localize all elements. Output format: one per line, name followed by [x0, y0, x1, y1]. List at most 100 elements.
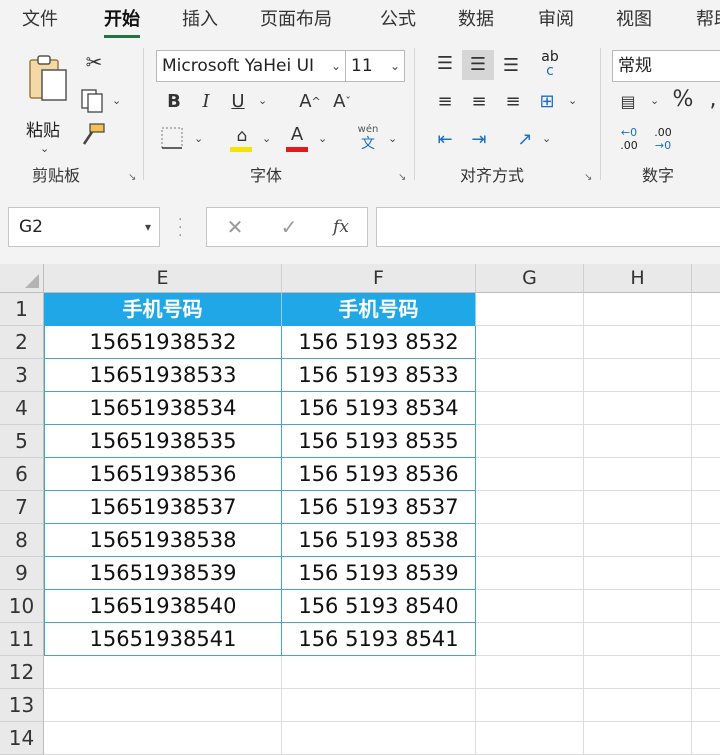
empty-cell[interactable]: [476, 590, 584, 623]
cancel-icon[interactable]: ✕: [215, 208, 255, 246]
row-header[interactable]: 4: [0, 392, 44, 425]
wrap-text-button[interactable]: ab c: [538, 50, 562, 78]
row-header[interactable]: 3: [0, 359, 44, 392]
empty-cell[interactable]: [476, 722, 584, 755]
row-header[interactable]: 2: [0, 326, 44, 359]
merge-center-icon[interactable]: ⊞: [534, 90, 560, 114]
empty-cell[interactable]: [584, 293, 692, 326]
dialog-launcher-icon[interactable]: ↘: [584, 172, 592, 183]
table-cell[interactable]: 156 5193 8540: [282, 590, 476, 623]
chevron-down-icon[interactable]: ⌄: [568, 94, 577, 107]
row-header[interactable]: 13: [0, 689, 44, 722]
table-cell[interactable]: 15651938537: [44, 491, 282, 524]
tab-help[interactable]: 帮助: [696, 0, 720, 40]
table-cell[interactable]: 15651938540: [44, 590, 282, 623]
table-cell[interactable]: 15651938532: [44, 326, 282, 359]
tab-view[interactable]: 视图: [616, 0, 652, 40]
empty-cell[interactable]: [692, 656, 720, 689]
tab-insert[interactable]: 插入: [182, 0, 218, 40]
table-cell[interactable]: 15651938539: [44, 557, 282, 590]
header-cell-f1[interactable]: 手机号码: [282, 293, 476, 326]
underline-button[interactable]: U: [228, 90, 248, 114]
row-header[interactable]: 12: [0, 656, 44, 689]
number-format-combo[interactable]: 常规: [612, 50, 720, 82]
chevron-down-icon[interactable]: ⌄: [331, 51, 341, 81]
chevron-down-icon[interactable]: ⌄: [112, 94, 121, 107]
chevron-down-icon[interactable]: ⌄: [388, 132, 397, 145]
table-cell[interactable]: 156 5193 8539: [282, 557, 476, 590]
align-right-icon[interactable]: ≡: [500, 90, 526, 114]
align-top-icon[interactable]: ☰: [432, 52, 458, 76]
empty-cell[interactable]: [476, 656, 584, 689]
empty-cell[interactable]: [584, 557, 692, 590]
empty-cell[interactable]: [692, 524, 720, 557]
insert-function-icon[interactable]: fx: [321, 208, 361, 246]
empty-cell[interactable]: [584, 359, 692, 392]
dialog-launcher-icon[interactable]: ↘: [398, 172, 406, 183]
empty-cell[interactable]: [584, 524, 692, 557]
empty-cell[interactable]: [692, 722, 720, 755]
decrease-font-button[interactable]: Aˇ: [330, 90, 354, 114]
empty-cell[interactable]: [476, 524, 584, 557]
increase-indent-icon[interactable]: ⇥: [466, 128, 492, 152]
tab-data[interactable]: 数据: [458, 0, 494, 40]
empty-cell[interactable]: [692, 425, 720, 458]
empty-cell[interactable]: [584, 326, 692, 359]
empty-cell[interactable]: [476, 392, 584, 425]
tab-file[interactable]: 文件: [22, 0, 58, 40]
name-box[interactable]: G2 ▾: [8, 207, 160, 247]
empty-cell[interactable]: [584, 590, 692, 623]
empty-cell[interactable]: [584, 458, 692, 491]
chevron-down-icon[interactable]: ⌄: [194, 132, 203, 145]
dialog-launcher-icon[interactable]: ↘: [128, 172, 136, 183]
table-cell[interactable]: 156 5193 8535: [282, 425, 476, 458]
row-header[interactable]: 14: [0, 722, 44, 755]
font-name-combo[interactable]: Microsoft YaHei UI ⌄: [156, 50, 346, 82]
column-header-e[interactable]: E: [44, 264, 282, 293]
phonetic-button[interactable]: wén 文: [354, 124, 382, 156]
table-cell[interactable]: 156 5193 8541: [282, 623, 476, 656]
chevron-down-icon[interactable]: ⌄: [258, 94, 267, 107]
empty-cell[interactable]: [584, 722, 692, 755]
copy-icon[interactable]: [80, 88, 106, 114]
empty-cell[interactable]: [584, 425, 692, 458]
empty-cell[interactable]: [44, 689, 282, 722]
chevron-down-icon[interactable]: ⌄: [542, 132, 551, 145]
empty-cell[interactable]: [44, 656, 282, 689]
align-left-icon[interactable]: ≡: [432, 90, 458, 114]
table-cell[interactable]: 15651938535: [44, 425, 282, 458]
align-center-icon[interactable]: ≡: [466, 90, 492, 114]
row-header[interactable]: 5: [0, 425, 44, 458]
empty-cell[interactable]: [44, 722, 282, 755]
row-header[interactable]: 8: [0, 524, 44, 557]
tab-review[interactable]: 审阅: [538, 0, 574, 40]
comma-style-icon[interactable]: ,: [706, 88, 720, 112]
drag-handle-icon[interactable]: · · ·: [178, 213, 182, 243]
empty-cell[interactable]: [476, 359, 584, 392]
decrease-decimal-button[interactable]: .00 →0: [648, 126, 678, 152]
empty-cell[interactable]: [692, 458, 720, 491]
empty-cell[interactable]: [584, 392, 692, 425]
empty-cell[interactable]: [692, 623, 720, 656]
format-painter-icon[interactable]: [80, 122, 106, 148]
empty-cell[interactable]: [476, 491, 584, 524]
table-cell[interactable]: 15651938541: [44, 623, 282, 656]
empty-cell[interactable]: [584, 491, 692, 524]
empty-cell[interactable]: [692, 392, 720, 425]
row-header[interactable]: 6: [0, 458, 44, 491]
chevron-down-icon[interactable]: ▾: [145, 208, 151, 246]
tab-home[interactable]: 开始: [104, 0, 140, 40]
font-size-combo[interactable]: 11 ⌄: [345, 50, 405, 82]
enter-icon[interactable]: ✓: [269, 208, 309, 246]
empty-cell[interactable]: [476, 557, 584, 590]
column-header-f[interactable]: F: [282, 264, 476, 293]
chevron-down-icon[interactable]: ⌄: [318, 132, 327, 145]
table-cell[interactable]: 15651938536: [44, 458, 282, 491]
row-header[interactable]: 1: [0, 293, 44, 326]
bold-button[interactable]: B: [164, 90, 184, 114]
empty-cell[interactable]: [476, 623, 584, 656]
formula-input[interactable]: [376, 207, 720, 247]
empty-cell[interactable]: [476, 458, 584, 491]
tab-page-layout[interactable]: 页面布局: [260, 0, 332, 40]
row-header[interactable]: 10: [0, 590, 44, 623]
